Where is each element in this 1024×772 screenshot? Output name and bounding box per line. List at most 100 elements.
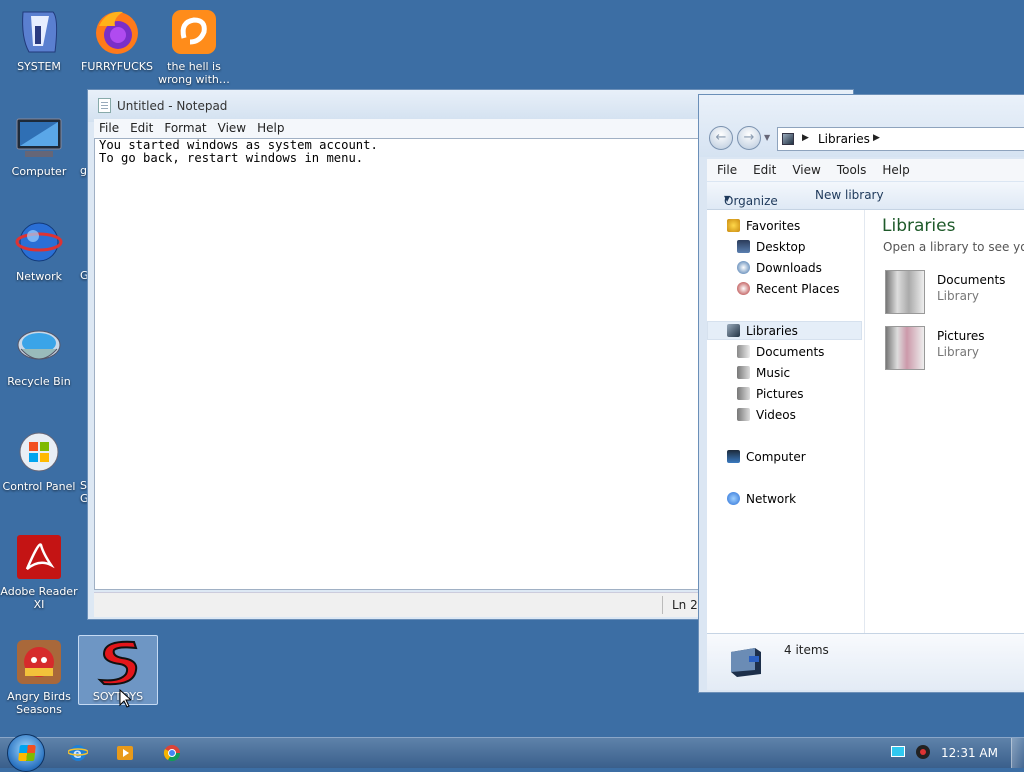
music-icon [737, 366, 750, 379]
recycle-bin-icon [15, 323, 63, 371]
star-icon [727, 219, 740, 232]
desktop-icon-system[interactable]: SYSTEM [0, 8, 78, 73]
explorer-window[interactable]: ← → ▼ ▶ Libraries ▶ File Edit View Tools Hel… [698, 94, 1024, 693]
clock[interactable]: 12:31 AM [941, 746, 998, 760]
details-pane: 4 items [707, 633, 1024, 690]
tree-label: Recent Places [756, 282, 840, 296]
computer-icon [15, 113, 63, 161]
item-count: 4 items [784, 643, 829, 657]
menu-file[interactable]: File [707, 159, 743, 177]
videos-icon [737, 408, 750, 421]
show-desktop-button[interactable] [1011, 738, 1024, 768]
tree-item-videos[interactable]: Videos [707, 405, 862, 424]
organize-label: Organize [724, 194, 778, 208]
tray-volume-icon[interactable] [915, 744, 931, 760]
desktop-icon-label: SYSTEM [17, 60, 61, 73]
desktop-icon-adobe-reader[interactable]: Adobe Reader XI [0, 533, 78, 611]
uc-browser-icon [170, 8, 218, 56]
menu-edit[interactable]: Edit [743, 159, 782, 177]
tree-item-downloads[interactable]: Downloads [707, 258, 862, 277]
desktop-icon-the-hell[interactable]: the hell is wrong with… [155, 8, 233, 86]
chrome-icon[interactable] [162, 743, 182, 763]
address-bar[interactable]: ▶ Libraries ▶ [777, 127, 1024, 151]
library-item-documents[interactable]: Documents Library [885, 270, 1024, 320]
network-icon [727, 492, 740, 505]
tree-item-computer[interactable]: Computer [707, 447, 862, 466]
desktop-icon-angry-birds[interactable]: Angry Birds Seasons [0, 638, 78, 716]
explorer-navbar: ← → ▼ ▶ Libraries ▶ [699, 95, 1024, 157]
mouse-cursor-icon [119, 688, 133, 711]
menu-help[interactable]: Help [252, 119, 290, 135]
libraries-icon [727, 324, 740, 337]
tree-item-desktop[interactable]: Desktop [707, 237, 862, 256]
desktop-icon-label: Recycle Bin [7, 375, 71, 388]
menu-format[interactable]: Format [159, 119, 212, 135]
downloads-icon [737, 261, 750, 274]
taskbar: e 12:31 AM [0, 734, 1024, 772]
breadcrumb-libraries[interactable]: Libraries [818, 132, 870, 146]
desktop-icon-label: Angry Birds Seasons [7, 690, 71, 716]
desktop-icon-network[interactable]: Network [0, 218, 78, 283]
tree-item-libraries[interactable]: Libraries [707, 321, 862, 340]
tree-item-favorites[interactable]: Favorites [707, 216, 862, 235]
library-name: Pictures [937, 329, 985, 343]
desktop-icon-label: Network [16, 270, 62, 283]
tree-item-recent-places[interactable]: Recent Places [707, 279, 862, 298]
menu-tools[interactable]: Tools [827, 159, 873, 177]
control-panel-icon [15, 428, 63, 476]
pictures-icon [737, 387, 750, 400]
media-player-icon[interactable] [115, 743, 135, 763]
desktop-icon [737, 240, 750, 253]
tree-label: Desktop [756, 240, 806, 254]
new-library-button[interactable]: New library [815, 188, 884, 202]
tree-item-documents[interactable]: Documents [707, 342, 862, 361]
desktop-icon-label: the hell is wrong with… [158, 60, 230, 86]
back-button[interactable]: ← [709, 126, 733, 150]
desktop-icon-label: Control Panel [2, 480, 76, 493]
tree-item-pictures[interactable]: Pictures [707, 384, 862, 403]
menu-help[interactable]: Help [872, 159, 915, 177]
explorer-toolbar: Organize ▼ New library [707, 182, 1024, 210]
library-type: Library [937, 345, 979, 359]
documents-library-icon [885, 270, 925, 314]
desktop-icon-control-panel[interactable]: Control Panel [0, 428, 78, 493]
explorer-menubar: File Edit View Tools Help [707, 159, 1024, 181]
documents-icon [737, 345, 750, 358]
tree-label: Music [756, 366, 791, 380]
tree-label: Downloads [756, 261, 822, 275]
desktop-icon-recycle-bin[interactable]: Recycle Bin [0, 323, 78, 388]
breadcrumb-arrow-icon[interactable]: ▶ [873, 133, 880, 143]
menu-view[interactable]: View [213, 119, 252, 135]
libraries-large-icon [727, 644, 763, 678]
library-name: Documents [937, 273, 1006, 287]
desktop-icon-computer[interactable]: Computer [0, 113, 78, 178]
tree-label: Favorites [746, 219, 801, 233]
network-globe-icon [15, 218, 63, 266]
breadcrumb-arrow-icon[interactable]: ▶ [802, 133, 809, 143]
tree-item-network[interactable]: Network [707, 489, 862, 508]
notepad-icon [98, 98, 111, 113]
computer-icon [727, 450, 740, 463]
desktop-icon-furryfucks[interactable]: FURRYFUCKS [78, 8, 156, 73]
library-item-pictures[interactable]: Pictures Library [885, 326, 1024, 376]
tray-monitor-icon[interactable] [891, 746, 905, 758]
library-type: Library [937, 289, 979, 303]
notepad-title: Untitled - Notepad [117, 99, 228, 113]
tree-label: Computer [746, 450, 806, 464]
menu-file[interactable]: File [94, 119, 125, 135]
menu-view[interactable]: View [782, 159, 826, 177]
status-divider [662, 596, 663, 614]
tree-label: Videos [756, 408, 796, 422]
recent-pages-dropdown-icon[interactable]: ▼ [764, 133, 770, 142]
menu-edit[interactable]: Edit [125, 119, 159, 135]
angry-birds-icon [15, 638, 63, 686]
tree-item-music[interactable]: Music [707, 363, 862, 382]
firefox-icon [93, 8, 141, 56]
pictures-library-icon [885, 326, 925, 370]
forward-button[interactable]: → [737, 126, 761, 150]
internet-explorer-icon[interactable]: e [67, 743, 89, 763]
tree-label: Pictures [756, 387, 804, 401]
chevron-down-icon: ▼ [724, 194, 731, 203]
desktop-icon-soytoys[interactable]: SOYTOYS [78, 635, 158, 705]
start-button[interactable] [7, 734, 45, 772]
